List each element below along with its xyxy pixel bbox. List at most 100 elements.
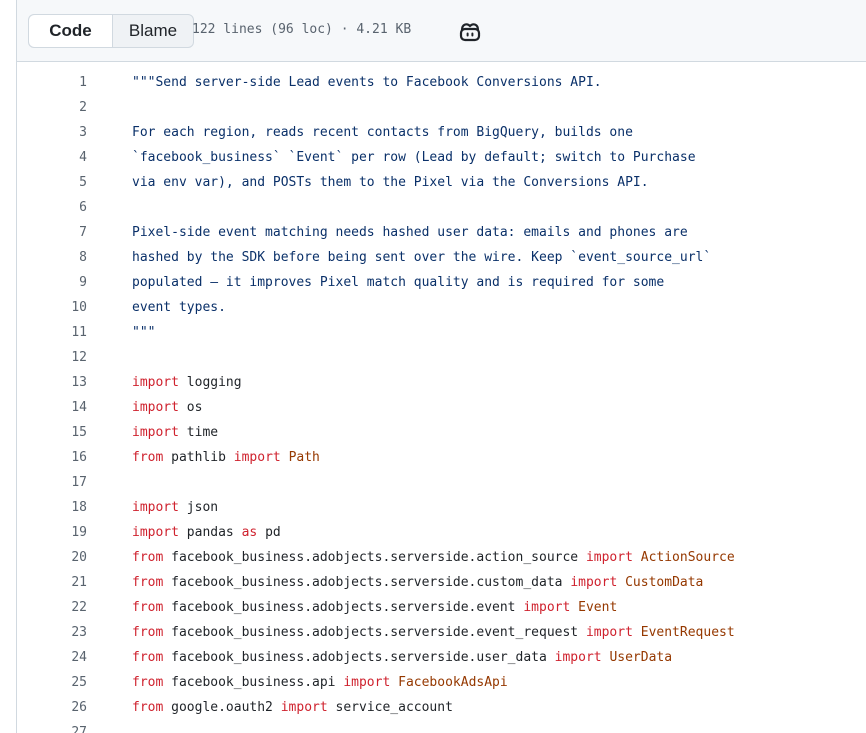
code-token: from: [132, 450, 164, 465]
code-token: time: [178, 425, 219, 440]
code-token: from: [132, 700, 164, 715]
code-line: 4 `facebook_business` `Event` per row (Le…: [17, 145, 866, 170]
code-line: 19 import pandas as pd: [17, 520, 866, 545]
line-number[interactable]: 6: [17, 195, 87, 220]
code-token: import: [132, 425, 179, 440]
code-line: 17: [17, 470, 866, 495]
code-line: 25 from facebook_business.api import Face…: [17, 670, 866, 695]
line-source: import json: [132, 495, 218, 520]
line-number[interactable]: 27: [17, 720, 87, 733]
code-token: CustomData: [625, 575, 704, 590]
line-number[interactable]: 25: [17, 670, 87, 695]
line-source: from pathlib import Path: [132, 445, 320, 470]
code-line: 9 populated — it improves Pixel match qua…: [17, 270, 866, 295]
code-token: import: [343, 675, 391, 690]
code-token: import: [585, 625, 633, 640]
code-token: google.oauth2: [163, 700, 281, 715]
blame-tab[interactable]: Blame: [113, 15, 193, 47]
line-number[interactable]: 12: [17, 345, 87, 370]
code-token: from: [132, 600, 164, 615]
line-number[interactable]: 13: [17, 370, 87, 395]
line-source: hashed by the SDK before being sent over…: [132, 245, 711, 270]
line-number[interactable]: 2: [17, 95, 87, 120]
code-token: facebook_business.adobjects.serverside.c…: [163, 575, 571, 590]
line-number[interactable]: 3: [17, 120, 87, 145]
code-token: facebook_business.adobjects.serverside.u…: [163, 650, 555, 665]
code-token: ActionSource: [640, 550, 735, 565]
line-number[interactable]: 21: [17, 570, 87, 595]
code-line: 13 import logging: [17, 370, 866, 395]
code-token: import: [585, 550, 633, 565]
code-token: pathlib: [163, 450, 234, 465]
code-token: import: [280, 700, 328, 715]
line-number[interactable]: 1: [17, 70, 87, 95]
code-token: Path: [288, 450, 320, 465]
code-line: 24 from facebook_business.adobjects.serve…: [17, 645, 866, 670]
code-token: from: [132, 625, 164, 640]
code-token: service_account: [327, 700, 453, 715]
line-number[interactable]: 23: [17, 620, 87, 645]
code-line: 6: [17, 195, 866, 220]
code-tab[interactable]: Code: [29, 15, 113, 47]
line-source: from facebook_business.adobjects.servers…: [132, 620, 735, 645]
code-line: 1 """Send server-side Lead events to Face…: [17, 70, 866, 95]
line-source: from facebook_business.adobjects.servers…: [132, 595, 617, 620]
code-line: 22 from facebook_business.adobjects.serve…: [17, 595, 866, 620]
code-line: 2: [17, 95, 866, 120]
code-token: from: [132, 650, 164, 665]
line-number[interactable]: 17: [17, 470, 87, 495]
line-number[interactable]: 11: [17, 320, 87, 345]
line-source: populated — it improves Pixel match qual…: [132, 270, 664, 295]
code-token: """: [132, 325, 156, 340]
code-line: 7 Pixel-side event matching needs hashed …: [17, 220, 866, 245]
line-number[interactable]: 10: [17, 295, 87, 320]
code-token: FacebookAdsApi: [398, 675, 508, 690]
line-number[interactable]: 15: [17, 420, 87, 445]
code-token: facebook_business.adobjects.serverside.a…: [163, 550, 586, 565]
code-token: via env var), and POSTs them to the Pixe…: [132, 175, 649, 190]
line-source: """: [132, 320, 155, 345]
code-line: 12: [17, 345, 866, 370]
line-number[interactable]: 9: [17, 270, 87, 295]
code-token: Pixel-side event matching needs hashed u…: [132, 225, 688, 240]
line-number[interactable]: 8: [17, 245, 87, 270]
code-token: import: [132, 375, 179, 390]
line-number[interactable]: 18: [17, 495, 87, 520]
line-number[interactable]: 16: [17, 445, 87, 470]
line-source: from facebook_business.adobjects.servers…: [132, 645, 672, 670]
copilot-icon[interactable]: [458, 21, 482, 43]
line-source: from google.oauth2 import service_accoun…: [132, 695, 453, 720]
line-number[interactable]: 5: [17, 170, 87, 195]
code-line: 16 from pathlib import Path: [17, 445, 866, 470]
line-source: via env var), and POSTs them to the Pixe…: [132, 170, 649, 195]
line-source: import pandas as pd: [132, 520, 281, 545]
code-token: logging: [178, 375, 242, 390]
line-number[interactable]: 26: [17, 695, 87, 720]
code-line: 23 from facebook_business.adobjects.serve…: [17, 620, 866, 645]
code-line: 27: [17, 720, 866, 733]
line-number[interactable]: 14: [17, 395, 87, 420]
line-number[interactable]: 24: [17, 645, 87, 670]
line-number[interactable]: 19: [17, 520, 87, 545]
line-number[interactable]: 7: [17, 220, 87, 245]
code-view[interactable]: 1 """Send server-side Lead events to Face…: [16, 62, 866, 733]
line-number[interactable]: 22: [17, 595, 87, 620]
code-token: event types.: [132, 300, 226, 315]
code-token: `facebook_business` `Event` per row (Lea…: [132, 150, 696, 165]
code-line: 21 from facebook_business.adobjects.serve…: [17, 570, 866, 595]
code-line: 18 import json: [17, 495, 866, 520]
code-token: os: [178, 400, 203, 415]
code-token: EventRequest: [640, 625, 735, 640]
code-token: Event: [578, 600, 618, 615]
file-toolbar: Code Blame 122 lines (96 loc) · 4.21 KB: [16, 0, 866, 62]
code-token: For each region, reads recent contacts f…: [132, 125, 633, 140]
line-source: from facebook_business.adobjects.servers…: [132, 570, 703, 595]
code-token: """Send server-side Lead events to Faceb…: [132, 75, 602, 90]
line-number[interactable]: 4: [17, 145, 87, 170]
code-token: import: [132, 525, 179, 540]
line-number[interactable]: 20: [17, 545, 87, 570]
code-line: 8 hashed by the SDK before being sent ove…: [17, 245, 866, 270]
